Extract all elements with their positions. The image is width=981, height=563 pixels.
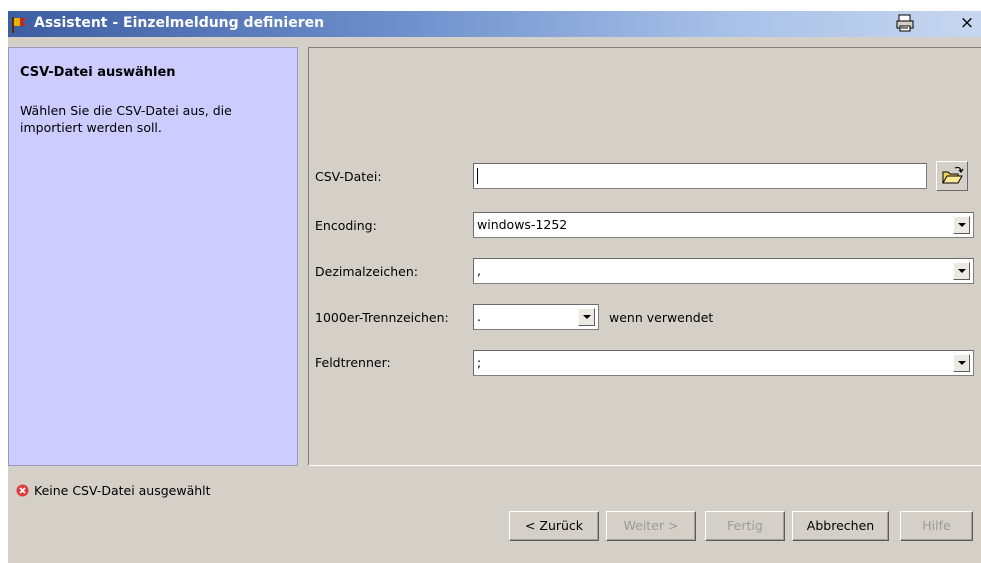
printer-icon[interactable] (896, 14, 914, 32)
open-folder-icon (942, 166, 964, 184)
decimal-select[interactable]: , (473, 258, 974, 284)
cancel-button[interactable]: Abbrechen (792, 511, 889, 541)
field-separator-select[interactable]: ; (473, 350, 974, 376)
help-button[interactable]: Hilfe (900, 511, 973, 541)
csv-file-label: CSV-Datei: (315, 169, 382, 184)
thousands-value: . (477, 309, 481, 324)
encoding-dropdown-button[interactable] (953, 216, 970, 234)
window-title: Assistent - Einzelmeldung definieren (34, 15, 325, 31)
app-flag-icon (12, 17, 26, 33)
back-button[interactable]: < Zurück (509, 511, 599, 541)
chevron-down-icon (958, 223, 966, 227)
error-icon (16, 484, 29, 497)
close-icon[interactable]: × (958, 13, 976, 33)
chevron-down-icon (958, 269, 966, 273)
decimal-label: Dezimalzeichen: (315, 264, 419, 279)
encoding-label: Encoding: (315, 218, 377, 233)
chevron-down-icon (583, 315, 591, 319)
step-info-panel: CSV-Datei auswählen Wählen Sie die CSV-D… (8, 47, 298, 466)
csv-file-input[interactable] (473, 163, 927, 189)
thousands-dropdown-button[interactable] (578, 308, 595, 326)
field-separator-value: ; (477, 355, 482, 370)
next-button[interactable]: Weiter > (606, 511, 696, 541)
field-separator-label: Feldtrenner: (315, 355, 391, 370)
title-bar[interactable]: Assistent - Einzelmeldung definieren × (8, 11, 981, 37)
status-text: Keine CSV-Datei ausgewählt (34, 483, 211, 498)
decimal-value: , (477, 263, 481, 278)
field-separator-dropdown-button[interactable] (953, 354, 970, 372)
encoding-value: windows-1252 (477, 217, 568, 232)
wizard-window: Assistent - Einzelmeldung definieren × C… (8, 11, 981, 563)
step-heading: CSV-Datei auswählen (20, 65, 176, 80)
thousands-suffix: wenn verwendet (609, 310, 714, 325)
chevron-down-icon (958, 361, 966, 365)
step-description: Wählen Sie die CSV-Datei aus, die import… (20, 103, 232, 135)
status-message: Keine CSV-Datei ausgewählt (16, 483, 211, 498)
browse-button[interactable] (936, 161, 968, 191)
decimal-dropdown-button[interactable] (953, 262, 970, 280)
encoding-select[interactable]: windows-1252 (473, 212, 974, 238)
thousands-label: 1000er-Trennzeichen: (315, 310, 449, 325)
text-cursor (477, 167, 478, 184)
form-panel: CSV-Datei: Encoding: windows-1252 Dezima… (308, 47, 981, 466)
thousands-select[interactable]: . (473, 304, 599, 330)
finish-button[interactable]: Fertig (705, 511, 785, 541)
